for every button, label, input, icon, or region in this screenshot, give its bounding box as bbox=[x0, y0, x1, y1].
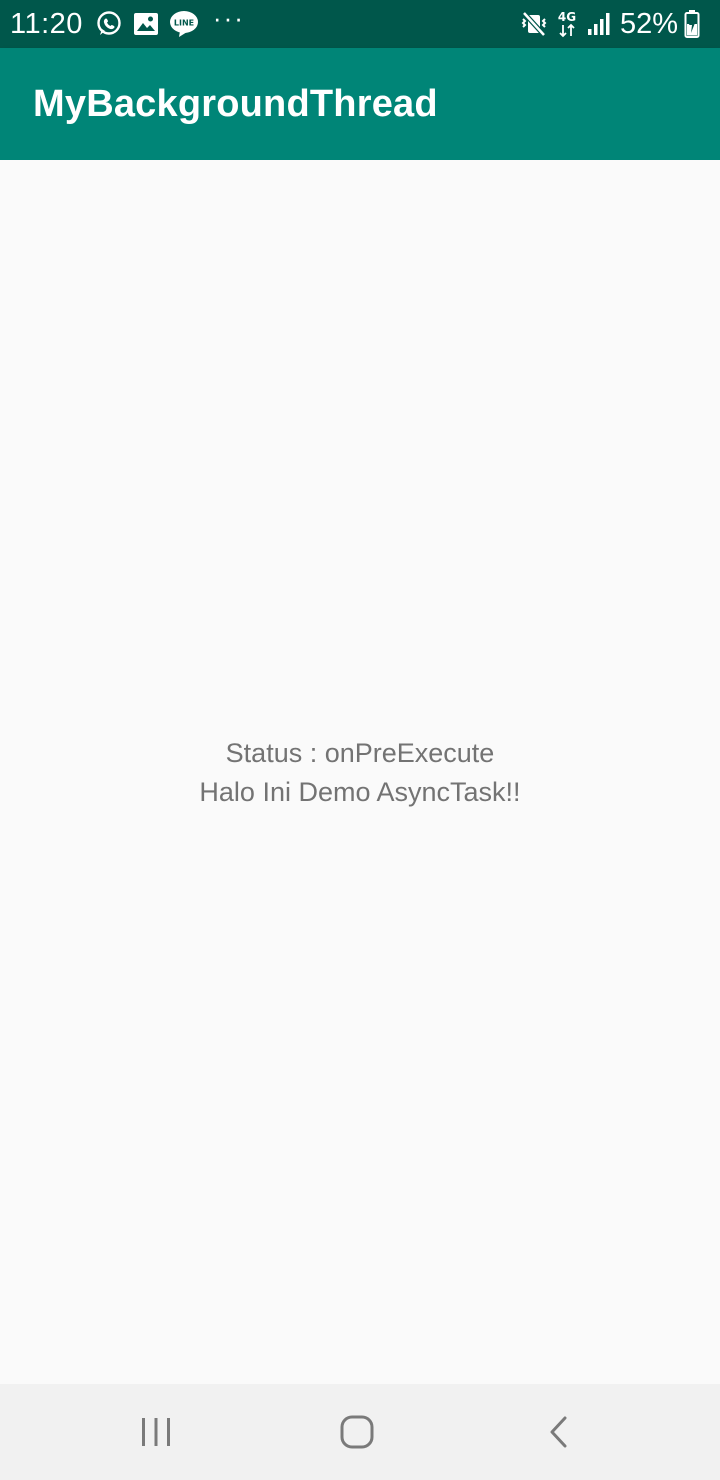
back-icon bbox=[550, 1416, 567, 1448]
home-icon bbox=[340, 1415, 374, 1449]
status-time: 11:20 bbox=[10, 7, 83, 40]
line-icon: LINE bbox=[169, 10, 199, 38]
home-button[interactable] bbox=[317, 1402, 397, 1462]
gallery-icon bbox=[133, 12, 159, 36]
battery-charging-icon bbox=[684, 9, 700, 39]
status-bar: 11:20 LINE ··· 4G 52% bbox=[0, 0, 720, 48]
back-button[interactable] bbox=[519, 1402, 599, 1462]
status-text-block: Status : onPreExecute Halo Ini Demo Asyn… bbox=[0, 734, 720, 812]
app-bar: MyBackgroundThread bbox=[0, 48, 720, 160]
svg-text:LINE: LINE bbox=[174, 19, 194, 28]
status-text: Status : onPreExecute bbox=[225, 738, 495, 768]
network-4g-icon: 4G bbox=[556, 9, 578, 39]
battery-percentage: 52% bbox=[619, 7, 678, 40]
recent-apps-button[interactable] bbox=[116, 1402, 196, 1462]
signal-icon bbox=[586, 11, 612, 37]
navigation-bar bbox=[0, 1384, 720, 1480]
mute-vibrate-icon bbox=[520, 10, 548, 38]
recent-apps-icon bbox=[142, 1418, 170, 1446]
main-content: Status : onPreExecute Halo Ini Demo Asyn… bbox=[0, 160, 720, 1384]
more-notifications-indicator: ··· bbox=[212, 3, 245, 33]
status-bar-left: 11:20 LINE ··· bbox=[10, 3, 245, 41]
network-type-label: 4G bbox=[558, 10, 576, 24]
app-title: MyBackgroundThread bbox=[33, 82, 438, 125]
status-bar-right: 4G 52% bbox=[520, 8, 708, 41]
message-text: Halo Ini Demo AsyncTask!! bbox=[199, 777, 521, 807]
whatsapp-icon bbox=[95, 10, 123, 38]
